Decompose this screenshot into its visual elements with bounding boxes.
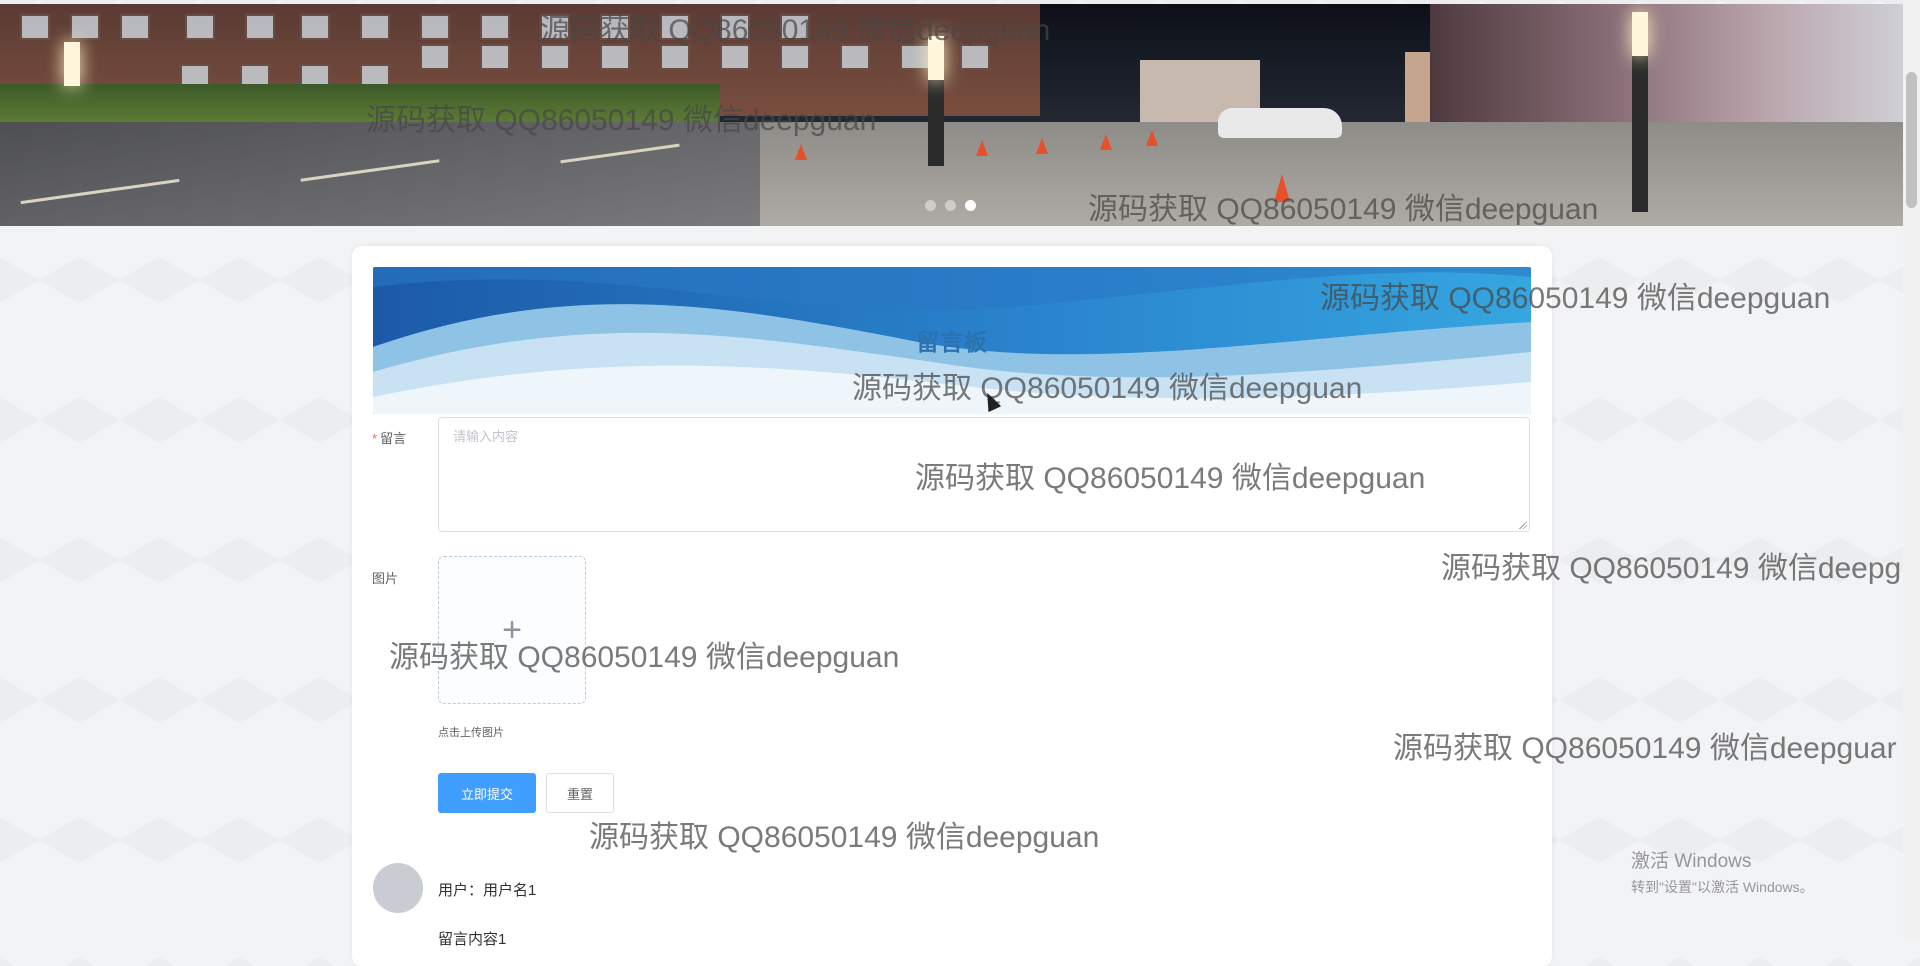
- board-title: 留言板: [916, 329, 988, 355]
- avatar: [373, 863, 423, 913]
- activation-subtitle: 转到"设置"以激活 Windows。: [1631, 879, 1814, 895]
- street-lamp: [1632, 12, 1648, 212]
- message-textarea[interactable]: 请输入内容: [438, 417, 1530, 532]
- required-mark: *: [372, 431, 378, 446]
- plus-icon: +: [502, 610, 522, 649]
- reset-button[interactable]: 重置: [546, 773, 614, 813]
- image-upload-box[interactable]: +: [438, 556, 586, 704]
- traffic-cone: [1036, 138, 1048, 154]
- street-lamp: [64, 42, 80, 86]
- message-label-row: * 留言: [372, 428, 406, 447]
- traffic-cone: [976, 140, 988, 156]
- windows-activation-notice: 激活 Windows 转到"设置"以激活 Windows。: [1631, 846, 1814, 897]
- street-lamp: [928, 36, 944, 166]
- traffic-cone: [795, 144, 807, 160]
- traffic-cone: [1146, 130, 1158, 146]
- message-placeholder: 请输入内容: [453, 429, 519, 444]
- traffic-cone: [1100, 134, 1112, 150]
- carousel-dot-3[interactable]: [965, 200, 976, 211]
- message-label: 留言: [380, 431, 407, 446]
- traffic-cone: [1274, 174, 1290, 202]
- carousel-indicators: [925, 200, 976, 211]
- upload-hint: 点击上传图片: [438, 727, 504, 739]
- carousel-banner[interactable]: [0, 4, 1903, 226]
- carousel-dot-2[interactable]: [945, 200, 956, 211]
- activation-title: 激活 Windows: [1631, 851, 1752, 872]
- image-label: 图片: [372, 571, 399, 586]
- resize-handle-icon[interactable]: [1519, 521, 1527, 529]
- board-header-banner: 留言板: [373, 267, 1531, 414]
- submit-button[interactable]: 立即提交: [438, 773, 536, 813]
- comment-content: 留言内容1: [438, 931, 507, 948]
- comment-user: 用户：用户名1: [438, 882, 537, 899]
- banner-car: [1218, 108, 1342, 138]
- carousel-dot-1[interactable]: [925, 200, 936, 211]
- scrollbar-thumb[interactable]: [1906, 72, 1917, 208]
